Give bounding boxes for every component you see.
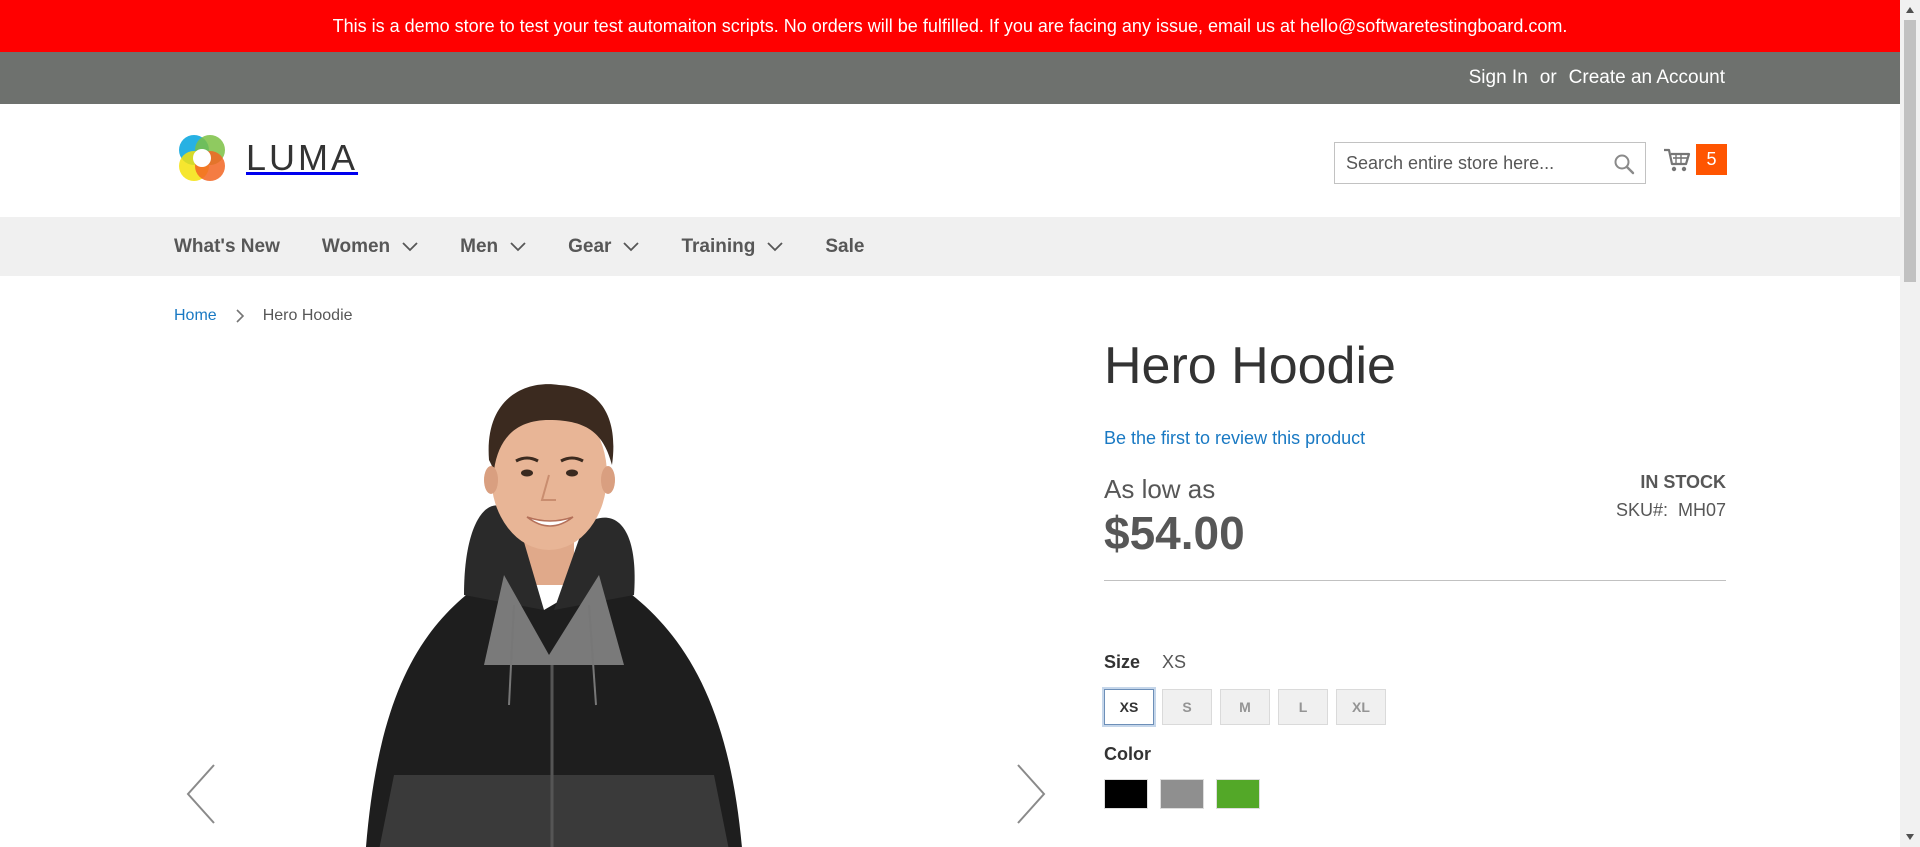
nav-item-label: Sale	[825, 235, 865, 257]
header-content: LUMA 5	[0, 104, 1900, 217]
search-input[interactable]	[1335, 143, 1605, 183]
price-label: As low as	[1104, 474, 1216, 504]
luma-logo-icon	[179, 135, 225, 181]
demo-notice-banner: This is a demo store to test your test a…	[0, 0, 1900, 52]
color-option-black[interactable]	[1104, 779, 1148, 809]
header-panel: Sign In or Create an Account	[0, 52, 1900, 104]
breadcrumb-current: Hero Hoodie	[262, 307, 353, 324]
minicart-button[interactable]: 5	[1662, 144, 1727, 175]
nav-menu: What's New Women Men Gear Training Sale	[174, 217, 906, 276]
demo-notice-text: This is a demo store to test your test a…	[332, 15, 1568, 36]
size-option-s[interactable]: S	[1162, 689, 1212, 725]
nav-item-gear[interactable]: Gear	[568, 235, 640, 258]
nav-item-sale[interactable]: Sale	[825, 236, 864, 258]
store-logo[interactable]: LUMA	[174, 130, 358, 186]
product-info-main: Hero Hoodie Be the first to review this …	[1102, 337, 1726, 809]
nav-item-label: Gear	[568, 235, 612, 257]
gallery-prev-arrow-icon[interactable]	[184, 763, 218, 825]
chevron-down-icon	[623, 241, 640, 251]
product-sku: SKU#: MH07	[1616, 500, 1726, 521]
size-swatch-list: XS S M L XL	[1102, 687, 1386, 727]
size-label: Size	[1104, 652, 1141, 672]
nav-item-label: What's New	[174, 235, 280, 257]
size-option-m[interactable]: M	[1220, 689, 1270, 725]
header-links-separator: or	[1539, 67, 1557, 88]
color-swatch-list	[1104, 779, 1260, 809]
sign-in-link[interactable]: Sign In	[1469, 67, 1528, 89]
nav-item-training[interactable]: Training	[681, 236, 783, 258]
nav-item-label: Men	[460, 235, 499, 257]
breadcrumb-home-link[interactable]: Home	[174, 307, 217, 325]
scrollbar-thumb[interactable]	[1904, 20, 1916, 282]
color-option-gray[interactable]	[1160, 779, 1204, 809]
product-title: Hero Hoodie	[1104, 337, 1396, 395]
nav-item-men[interactable]: Men	[460, 236, 526, 258]
create-account-link[interactable]: Create an Account	[1569, 67, 1725, 89]
product-gallery	[174, 345, 1054, 847]
header-links: Sign In or Create an Account	[1469, 52, 1725, 104]
size-option-l[interactable]: L	[1278, 689, 1328, 725]
logo-text: LUMA	[246, 137, 359, 178]
sku-label: SKU#:	[1615, 500, 1668, 520]
size-option-xl[interactable]: XL	[1336, 689, 1386, 725]
search-form	[1334, 142, 1646, 184]
add-review-link[interactable]: Be the first to review this product	[1104, 428, 1365, 449]
shopping-cart-icon	[1664, 148, 1691, 171]
chevron-down-icon	[402, 241, 418, 251]
size-header: Size XS	[1104, 652, 1386, 673]
chevron-down-icon	[767, 241, 783, 251]
page-scrollbar[interactable]	[1900, 0, 1920, 847]
product-image	[366, 384, 742, 847]
breadcrumb: Home Hero Hoodie	[174, 307, 353, 325]
sku-value: MH07	[1677, 500, 1726, 520]
cart-count-badge: 5	[1696, 144, 1727, 175]
scroll-up-arrow-icon[interactable]	[1904, 4, 1916, 16]
color-label: Color	[1104, 744, 1151, 764]
price-divider	[1104, 580, 1726, 581]
chevron-down-icon	[510, 241, 526, 251]
nav-item-label: Training	[681, 235, 756, 257]
size-option-xs[interactable]: XS	[1102, 687, 1156, 727]
nav-item-women[interactable]: Women	[322, 236, 418, 258]
stock-status: IN STOCK	[1640, 472, 1726, 492]
scroll-down-arrow-icon[interactable]	[1904, 831, 1916, 843]
product-price: $54.00	[1104, 507, 1245, 559]
chevron-right-icon	[236, 309, 244, 323]
search-icon[interactable]	[1613, 153, 1635, 175]
nav-item-what-s-new[interactable]: What's New	[174, 236, 280, 258]
gallery-next-arrow-icon[interactable]	[1014, 763, 1048, 825]
color-option-green[interactable]	[1216, 779, 1260, 809]
main-navigation: What's New Women Men Gear Training Sale	[0, 217, 1900, 276]
color-attribute: Color	[1104, 744, 1260, 809]
size-selected-value: XS	[1162, 652, 1187, 672]
nav-item-label: Women	[321, 235, 391, 257]
size-attribute: Size XS XS S M L XL	[1102, 652, 1386, 727]
